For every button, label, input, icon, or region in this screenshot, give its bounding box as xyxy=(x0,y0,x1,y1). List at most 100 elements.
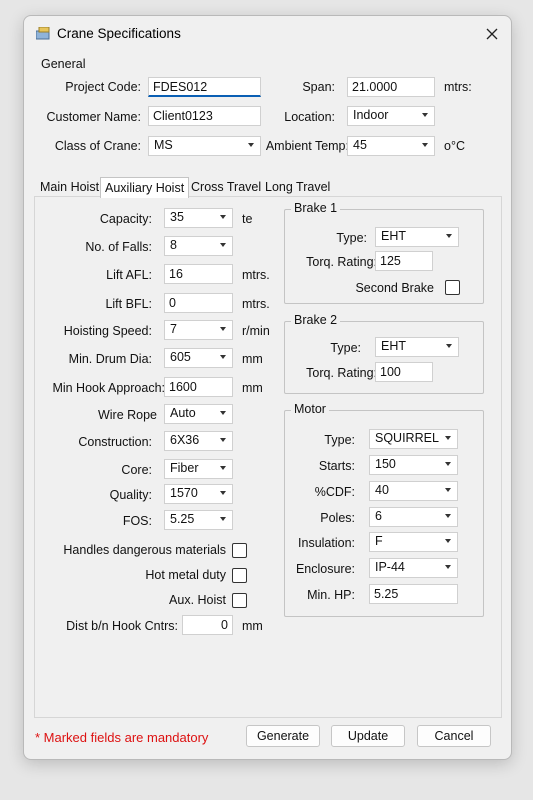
tab-auxiliary-hoist[interactable]: Auxiliary Hoist xyxy=(100,177,190,198)
aux-hoist-label: Aux. Hoist xyxy=(169,593,226,607)
chevron-down-icon xyxy=(445,539,451,543)
location-dropdown[interactable]: Indoor xyxy=(347,106,435,126)
chevron-down-icon xyxy=(220,491,226,495)
fos-dropdown[interactable]: 5.25 xyxy=(164,510,233,530)
brake1-torq-label: Torq. Rating: xyxy=(306,255,377,269)
chevron-down-icon xyxy=(220,438,226,442)
insulation-label: Insulation: xyxy=(298,536,355,550)
second-brake-checkbox[interactable] xyxy=(445,280,460,295)
lift-afl-input[interactable] xyxy=(164,264,233,284)
brake1-torq-input[interactable] xyxy=(375,251,433,271)
ambient-temp-label: Ambient Temp: xyxy=(265,139,349,153)
no-of-falls-dropdown[interactable]: 8 xyxy=(164,236,233,256)
span-input[interactable] xyxy=(347,77,435,97)
hoisting-speed-dropdown[interactable]: 7 xyxy=(164,320,233,340)
wire-rope-value: Auto xyxy=(170,406,196,420)
min-hp-input[interactable] xyxy=(369,584,458,604)
enclosure-value: IP-44 xyxy=(375,560,405,574)
brake2-type-value: EHT xyxy=(381,339,406,353)
dangerous-materials-checkbox[interactable] xyxy=(232,543,247,558)
brake1-type-value: EHT xyxy=(381,229,406,243)
wire-rope-dropdown[interactable]: Auto xyxy=(164,404,233,424)
ambient-temp-value: 45 xyxy=(353,138,367,152)
project-code-label: Project Code: xyxy=(65,80,141,94)
lift-afl-unit: mtrs. xyxy=(242,268,270,282)
poles-dropdown[interactable]: 6 xyxy=(369,507,458,527)
construction-dropdown[interactable]: 6X36 xyxy=(164,431,233,451)
chevron-down-icon xyxy=(220,466,226,470)
tab-label: Long Travel xyxy=(265,180,331,194)
chevron-down-icon xyxy=(445,488,451,492)
lift-bfl-unit: mtrs. xyxy=(242,297,270,311)
enclosure-dropdown[interactable]: IP-44 xyxy=(369,558,458,578)
brake1-type-dropdown[interactable]: EHT xyxy=(375,227,459,247)
cdf-dropdown[interactable]: 40 xyxy=(369,481,458,501)
capacity-label: Capacity: xyxy=(99,212,152,226)
class-of-crane-dropdown[interactable]: MS xyxy=(148,136,261,156)
brake2-title: Brake 2 xyxy=(291,313,341,327)
brake2-torq-label: Torq. Rating: xyxy=(306,366,377,380)
ambient-temp-dropdown[interactable]: 45 xyxy=(347,136,435,156)
lift-bfl-label: Lift BFL: xyxy=(105,297,152,311)
motor-type-label: Type: xyxy=(324,433,355,447)
hot-metal-duty-label: Hot metal duty xyxy=(145,568,226,582)
close-icon xyxy=(486,28,498,40)
customer-name-input[interactable] xyxy=(148,106,261,126)
chevron-down-icon xyxy=(446,234,452,238)
core-dropdown[interactable]: Fiber xyxy=(164,459,233,479)
starts-dropdown[interactable]: 150 xyxy=(369,455,458,475)
wire-rope-label: Wire Rope xyxy=(97,408,157,422)
tab-long-travel[interactable]: Long Travel xyxy=(261,177,334,197)
cdf-value: 40 xyxy=(375,483,389,497)
app-icon xyxy=(36,27,50,40)
min-drum-dia-dropdown[interactable]: 605 xyxy=(164,348,233,368)
brake1-title: Brake 1 xyxy=(291,201,341,215)
fos-value: 5.25 xyxy=(170,512,195,526)
brake2-type-dropdown[interactable]: EHT xyxy=(375,337,459,357)
lift-bfl-input[interactable] xyxy=(164,293,233,313)
update-button[interactable]: Update xyxy=(331,725,405,747)
window-title: Crane Specifications xyxy=(57,26,181,41)
chevron-down-icon xyxy=(220,517,226,521)
hoisting-speed-value: 7 xyxy=(170,322,177,336)
tab-label: Auxiliary Hoist xyxy=(105,181,185,195)
core-value: Fiber xyxy=(170,461,199,475)
chevron-down-icon xyxy=(422,113,428,117)
construction-value: 6X36 xyxy=(170,433,200,447)
enclosure-label: Enclosure: xyxy=(295,562,355,576)
min-drum-dia-value: 605 xyxy=(170,350,191,364)
capacity-unit: te xyxy=(242,212,253,226)
dist-hook-cntrs-label: Dist b/n Hook Cntrs: xyxy=(66,619,178,633)
tab-label: Cross Travel xyxy=(191,180,262,194)
tab-label: Main Hoist xyxy=(40,180,100,194)
brake2-group: Brake 2 xyxy=(284,313,484,394)
mandatory-fields-note: * Marked fields are mandatory xyxy=(35,730,209,745)
poles-value: 6 xyxy=(375,509,382,523)
chevron-down-icon xyxy=(446,344,452,348)
starts-label: Starts: xyxy=(318,459,355,473)
tab-main-hoist[interactable]: Main Hoist xyxy=(36,177,103,197)
tab-cross-travel[interactable]: Cross Travel xyxy=(187,177,265,197)
poles-label: Poles: xyxy=(320,511,355,525)
cdf-label: %CDF: xyxy=(314,485,355,499)
project-code-input[interactable] xyxy=(148,77,261,97)
close-button[interactable] xyxy=(477,20,507,48)
min-hook-approach-input[interactable] xyxy=(164,377,233,397)
motor-type-dropdown[interactable]: SQUIRREL xyxy=(369,429,458,449)
capacity-dropdown[interactable]: 35 xyxy=(164,208,233,228)
brake2-torq-input[interactable] xyxy=(375,362,433,382)
generate-button[interactable]: Generate xyxy=(246,725,320,747)
chevron-down-icon xyxy=(220,215,226,219)
hoisting-speed-unit: r/min xyxy=(242,324,270,338)
dist-hook-cntrs-input[interactable] xyxy=(182,615,233,635)
min-hp-label: Min. HP: xyxy=(307,588,355,602)
span-label: Span: xyxy=(302,80,335,94)
class-of-crane-value: MS xyxy=(154,138,173,152)
chevron-down-icon xyxy=(445,436,451,440)
quality-dropdown[interactable]: 1570 xyxy=(164,484,233,504)
min-drum-dia-unit: mm xyxy=(242,352,263,366)
cancel-button[interactable]: Cancel xyxy=(417,725,491,747)
aux-hoist-checkbox[interactable] xyxy=(232,593,247,608)
insulation-dropdown[interactable]: F xyxy=(369,532,458,552)
hot-metal-duty-checkbox[interactable] xyxy=(232,568,247,583)
